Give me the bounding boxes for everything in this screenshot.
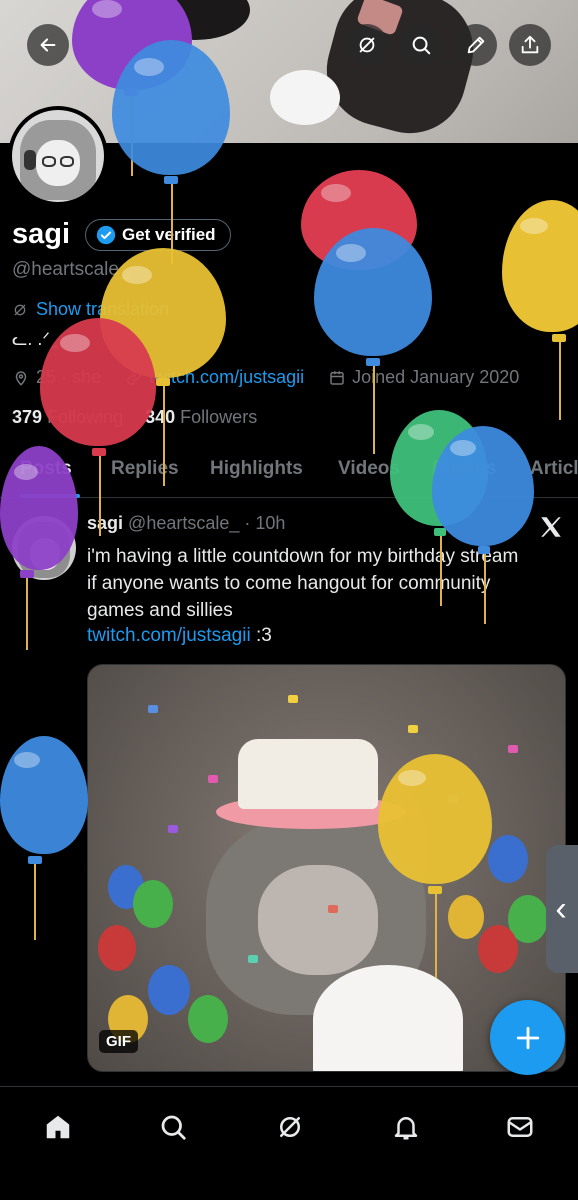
balloon-yellow-right — [502, 200, 578, 430]
active-tab-indicator — [20, 494, 80, 498]
avatar[interactable] — [8, 106, 108, 206]
gif-badge: GIF — [99, 1030, 138, 1053]
tweet-link-line: twitch.com/justsagii :3 — [87, 625, 272, 647]
profile-bio: ᓚ. .ᐟ ͚ — [12, 329, 55, 349]
grok-icon — [14, 304, 26, 315]
get-verified-button[interactable]: Get verified — [85, 219, 231, 251]
grok-icon — [280, 1117, 300, 1137]
nav-messages[interactable] — [500, 1107, 540, 1147]
nav-notifications[interactable] — [386, 1107, 426, 1147]
compose-button[interactable] — [490, 1000, 565, 1075]
profile-location: 25 · she — [36, 367, 102, 387]
show-translation-label: Show translation — [36, 299, 170, 319]
search-icon — [161, 1115, 186, 1140]
tab-articles[interactable]: Articles — [530, 458, 578, 480]
tweet-avatar[interactable] — [12, 516, 76, 580]
nav-search[interactable] — [153, 1107, 193, 1147]
side-panel-handle[interactable]: ‹ — [546, 845, 578, 973]
tweet-handle[interactable]: @heartscale_ — [128, 513, 239, 533]
search-icon — [412, 36, 431, 55]
tweet-media-gif[interactable] — [87, 664, 566, 1072]
tab-replies[interactable]: Replies — [111, 458, 179, 480]
verified-badge-icon — [96, 225, 116, 245]
chevron-left-icon: ‹ — [555, 889, 567, 928]
notifications-icon — [394, 1117, 418, 1140]
following-stat[interactable]: 379 Following — [12, 407, 123, 428]
x-logo-icon[interactable] — [538, 514, 564, 540]
followers-stat[interactable]: 340 Followers — [145, 407, 257, 428]
balloon-blue-bottom-left — [0, 736, 88, 946]
bottom-navigation — [0, 1086, 578, 1200]
home-icon — [46, 1115, 70, 1139]
profile-meta: 25 · she twitch.com/justsagii Joined Jan… — [12, 367, 519, 388]
balloon-blue-mid — [314, 228, 434, 458]
tweet-link[interactable]: twitch.com/justsagii — [87, 625, 251, 646]
show-translation-link[interactable]: Show translation — [12, 299, 169, 320]
plus-icon — [516, 1026, 539, 1049]
tab-videos[interactable]: Videos — [338, 458, 400, 480]
profile-name: sagi — [12, 218, 71, 250]
share-icon — [521, 35, 539, 54]
edit-button[interactable] — [455, 24, 497, 66]
calendar-icon — [330, 370, 344, 385]
tweet-author[interactable]: sagi — [87, 513, 123, 533]
tab-photos[interactable]: Photos — [432, 458, 496, 480]
tweet-text: i'm having a little countdown for my bir… — [87, 546, 519, 621]
messages-icon — [507, 1117, 533, 1137]
location-icon — [15, 370, 27, 386]
tweet-time: · 10h — [244, 513, 286, 533]
pencil-icon — [467, 36, 485, 54]
tab-highlights[interactable]: Highlights — [210, 458, 303, 480]
profile-handle: @heartscale_ — [12, 259, 130, 280]
profile-tabs: Posts Replies Highlights Videos Photos A… — [0, 446, 578, 498]
grok-button[interactable] — [346, 24, 388, 66]
share-button[interactable] — [509, 24, 551, 66]
tab-posts[interactable]: Posts — [20, 458, 72, 480]
link-icon — [127, 370, 141, 385]
grok-icon — [359, 37, 375, 53]
back-button[interactable] — [27, 24, 69, 66]
profile-stats: 379 Following 340 Followers — [12, 407, 257, 428]
search-button[interactable] — [400, 24, 442, 66]
get-verified-label: Get verified — [122, 225, 216, 244]
tweet-header: sagi @heartscale_ · 10h — [87, 513, 285, 534]
nav-home[interactable] — [38, 1107, 78, 1147]
profile-website-link[interactable]: twitch.com/justsagii — [149, 367, 304, 388]
profile-joined: Joined January 2020 — [352, 367, 520, 387]
nav-grok[interactable] — [270, 1107, 310, 1147]
balloon-red — [301, 170, 419, 400]
arrow-left-icon — [40, 38, 56, 52]
tweet-link-suffix: :3 — [250, 625, 272, 646]
